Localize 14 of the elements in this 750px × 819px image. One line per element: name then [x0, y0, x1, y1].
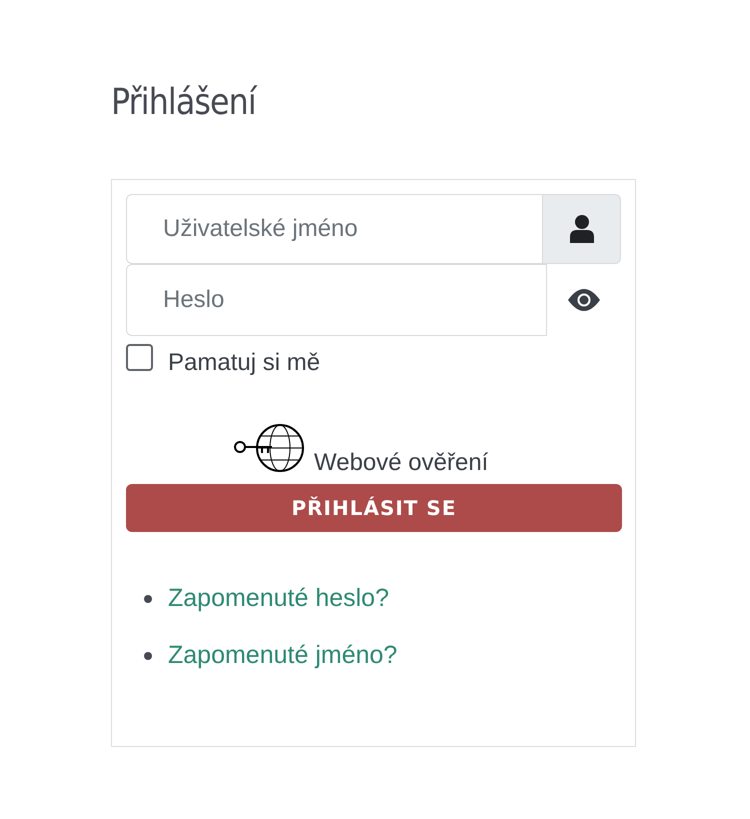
page-title: Přihlášení: [111, 82, 256, 123]
user-icon: [570, 215, 594, 243]
login-button[interactable]: PŘIHLÁSIT SE: [126, 484, 622, 532]
forgot-link[interactable]: Zapomenuté jméno?: [168, 641, 398, 670]
username-field[interactable]: Uživatelské jméno: [126, 194, 544, 264]
eye-icon[interactable]: [568, 289, 600, 311]
key-globe-icon[interactable]: [234, 423, 306, 473]
web-auth-label[interactable]: Webové ověření: [314, 449, 488, 477]
forgot-link[interactable]: Zapomenuté heslo?: [168, 584, 389, 613]
password-field[interactable]: Heslo: [126, 264, 547, 336]
remember-checkbox[interactable]: [126, 344, 153, 371]
remember-label: Pamatuj si mě: [168, 349, 320, 377]
bullet-dot: [144, 594, 152, 602]
bullet-dot: [144, 652, 152, 660]
